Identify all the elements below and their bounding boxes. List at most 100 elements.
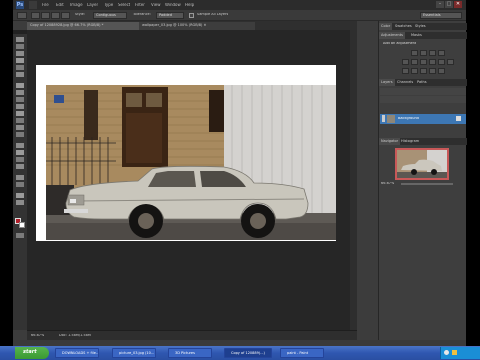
menu-file[interactable]: File: [42, 3, 49, 7]
dodge-tool-icon[interactable]: [16, 132, 24, 137]
minimize-button[interactable]: –: [436, 1, 444, 8]
zoom-level[interactable]: 66.67%: [31, 334, 44, 338]
brightness-icon[interactable]: [411, 50, 418, 56]
eyedropper-tool-icon[interactable]: [16, 72, 24, 77]
close-button[interactable]: ✕: [454, 1, 462, 8]
threshold-icon[interactable]: [420, 68, 427, 74]
crop-tool-icon[interactable]: [16, 65, 24, 70]
tab-masks[interactable]: Masks: [409, 32, 424, 39]
sample-all-layers-checkbox[interactable]: [189, 13, 194, 18]
exposure-icon[interactable]: [438, 50, 445, 56]
visibility-eye-icon[interactable]: [382, 115, 385, 122]
lasso-tool-icon[interactable]: [16, 51, 24, 56]
menu-view[interactable]: View: [151, 3, 161, 7]
tool-preset-picker[interactable]: [17, 12, 27, 19]
hue-saturation-icon[interactable]: [411, 59, 418, 65]
tab-layers[interactable]: Layers: [379, 79, 395, 86]
tab-styles[interactable]: Styles: [413, 23, 428, 30]
navigator-preview[interactable]: [395, 148, 449, 180]
status-bar: 66.67% Doc: 1.58M/1.58M: [27, 330, 357, 340]
clone-stamp-tool-icon[interactable]: [16, 97, 24, 102]
new-selection-icon[interactable]: [31, 12, 40, 19]
tab-color[interactable]: Color: [379, 23, 393, 30]
3d-orbit-tool-icon[interactable]: [16, 182, 24, 187]
marquee-tool-icon[interactable]: [16, 44, 24, 49]
workspace-switcher[interactable]: Essentials: [420, 12, 462, 19]
gradient-map-icon[interactable]: [429, 68, 436, 74]
layers-panel-tabs: Layers Channels Paths: [379, 79, 467, 86]
photo-filter-icon[interactable]: [438, 59, 445, 65]
menu-select[interactable]: Select: [118, 3, 130, 7]
zoom-tool-icon[interactable]: [16, 200, 24, 205]
start-button[interactable]: start: [15, 347, 49, 359]
move-tool-icon[interactable]: [16, 37, 24, 42]
tolerance-input[interactable]: Padded: [156, 12, 184, 19]
subtract-selection-icon[interactable]: [51, 12, 60, 19]
type-tool-icon[interactable]: [16, 150, 24, 155]
quick-mask-icon[interactable]: [16, 233, 24, 238]
style-select[interactable]: Contiguous: [93, 12, 127, 19]
curves-icon[interactable]: [429, 50, 436, 56]
3d-rotate-tool-icon[interactable]: [16, 175, 24, 180]
tab-paths[interactable]: Paths: [415, 79, 429, 86]
navigator-panel-tabs: Navigator Histogram: [379, 138, 467, 145]
eraser-tool-icon[interactable]: [16, 111, 24, 116]
pen-tool-icon[interactable]: [16, 143, 24, 148]
tab-wallpaper-document[interactable]: wallpaper_03.jpg @ 100% (RGB/8) ✕: [139, 22, 255, 30]
taskbar-item-3d-pictures[interactable]: 3D Pictures: [168, 348, 212, 358]
network-icon[interactable]: [444, 350, 449, 355]
hand-tool-icon[interactable]: [16, 193, 24, 198]
tab-navigator[interactable]: Navigator: [379, 138, 401, 145]
tab-adjustments[interactable]: Adjustments: [379, 32, 405, 39]
maximize-button[interactable]: □: [445, 1, 453, 8]
gradient-tool-icon[interactable]: [16, 118, 24, 123]
path-selection-tool-icon[interactable]: [16, 157, 24, 162]
style-label: Style:: [75, 13, 85, 16]
taskbar-item-downloads[interactable]: DOWNLOADS + file...: [55, 348, 99, 358]
healing-brush-tool-icon[interactable]: [16, 83, 24, 88]
tab-channels[interactable]: Channels: [395, 79, 415, 86]
background-color-swatch[interactable]: [19, 222, 25, 228]
tab-histogram[interactable]: Histogram: [399, 138, 421, 145]
menu-help[interactable]: Help: [185, 3, 194, 7]
menu-edit[interactable]: Edit: [56, 3, 64, 7]
menu-layer[interactable]: Layer: [87, 3, 98, 7]
black-white-icon[interactable]: [429, 59, 436, 65]
vertical-scrollbar[interactable]: [350, 30, 357, 330]
brush-tool-icon[interactable]: [16, 90, 24, 95]
blend-mode-row[interactable]: [380, 88, 466, 95]
posterize-icon[interactable]: [411, 68, 418, 74]
layer-thumbnail: [387, 115, 395, 123]
navigator-zoom-slider[interactable]: [401, 183, 453, 185]
navigator-zoom[interactable]: 66.67%: [381, 182, 394, 186]
volume-icon[interactable]: [452, 350, 457, 355]
color-balance-icon[interactable]: [420, 59, 427, 65]
history-brush-tool-icon[interactable]: [16, 104, 24, 109]
menu-window[interactable]: Window: [165, 3, 181, 7]
menu-filter[interactable]: Filter: [135, 3, 145, 7]
lock-row[interactable]: [380, 96, 466, 103]
bridge-icon[interactable]: [29, 1, 37, 9]
tools-panel-header[interactable]: [13, 30, 27, 34]
blur-tool-icon[interactable]: [16, 125, 24, 130]
levels-icon[interactable]: [420, 50, 427, 56]
document-info: Doc: 1.58M/1.58M: [59, 334, 91, 337]
intersect-selection-icon[interactable]: [61, 12, 70, 19]
taskbar-item-picture[interactable]: picture_03.jpg (10...: [112, 348, 156, 358]
vibrance-icon[interactable]: [402, 59, 409, 65]
tab-swatches[interactable]: Swatches: [393, 23, 414, 30]
adjustments-title: Add an adjustment: [383, 42, 417, 45]
background-layer-row[interactable]: Background: [380, 114, 466, 124]
selective-color-icon[interactable]: [438, 68, 445, 74]
invert-icon[interactable]: [402, 68, 409, 74]
menu-type[interactable]: Type: [104, 3, 113, 7]
menu-image[interactable]: Image: [70, 3, 83, 7]
sample-all-layers-label: Sample All Layers: [197, 13, 229, 16]
quick-selection-tool-icon[interactable]: [16, 58, 24, 63]
channel-mixer-icon[interactable]: [447, 59, 454, 65]
add-selection-icon[interactable]: [41, 12, 50, 19]
taskbar-item-paint[interactable]: paint - Paint: [280, 348, 324, 358]
taskbar-item-photoshop[interactable]: Copy of 120889(...): [224, 348, 272, 358]
tab-active-document[interactable]: Copy of 12088928.jpg @ 66.7% (RGB/8) *: [27, 22, 139, 30]
shape-tool-icon[interactable]: [16, 164, 24, 169]
